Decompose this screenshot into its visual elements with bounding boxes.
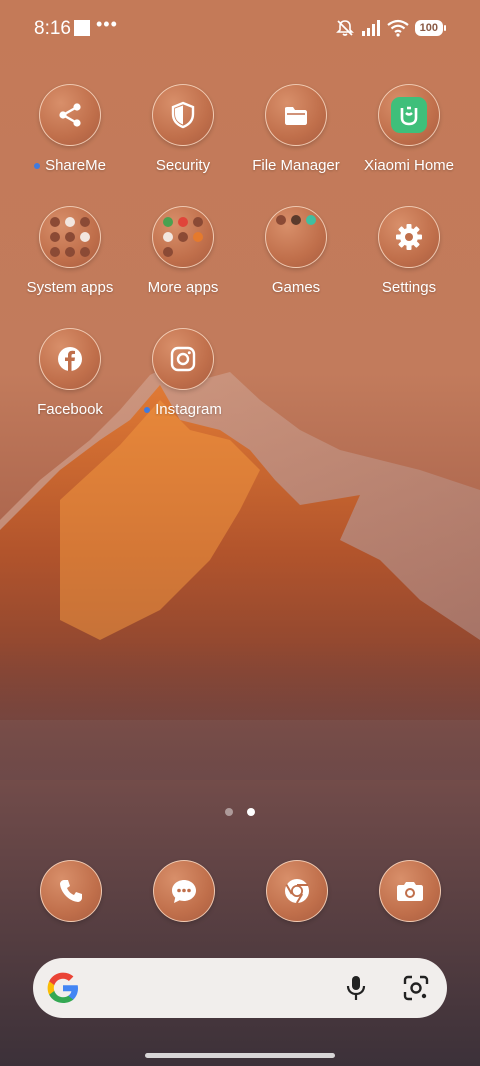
battery-icon: 100 [414,20,446,36]
google-search-bar[interactable] [33,958,447,1018]
app-icon-security[interactable] [152,84,214,146]
app-facebook[interactable]: Facebook [15,328,125,418]
dock-icon-messages[interactable] [153,860,215,922]
new-indicator-dot [144,406,151,413]
dock-phone[interactable] [40,860,102,922]
dock-icon-chrome[interactable] [266,860,328,922]
mini-app-icon [306,215,316,225]
folder-more-apps[interactable]: More apps [128,206,238,296]
folder-grid-icon [50,217,90,257]
folder-games[interactable]: Games [241,206,351,296]
folder-icon [285,107,307,125]
mute-icon [335,20,354,36]
app-label-system-apps: System apps [26,279,114,296]
app-icon-file-manager[interactable] [265,84,327,146]
phone-icon [60,880,82,902]
app-instagram[interactable]: Instagram [128,328,238,418]
mic-icon[interactable] [345,975,367,1001]
mini-app-icon [50,217,60,227]
mini-app-icon [50,247,60,257]
app-label-security: Security [155,157,211,174]
app-icon-shareme[interactable] [39,84,101,146]
mini-app-icon [163,232,173,242]
wifi-icon [386,19,409,37]
app-label-games: Games [271,279,321,296]
app-icon-xiaomi-home[interactable] [378,84,440,146]
folder-icon-more-apps[interactable] [152,206,214,268]
app-label-instagram: Instagram [155,401,222,418]
mini-app-icon [65,217,75,227]
mini-app-icon [276,215,286,225]
app-label-shareme: ShareMe [45,157,106,174]
mini-app-icon [65,247,75,257]
app-icon-facebook[interactable] [39,328,101,390]
mini-app-icon [80,247,90,257]
page-dot-active[interactable] [247,808,255,816]
page-indicator [0,808,480,816]
app-label-settings: Settings [381,279,437,296]
shield-icon [171,101,195,129]
dock-camera[interactable] [379,860,441,922]
app-xiaomi-home[interactable]: Xiaomi Home [354,84,464,174]
folder-grid-icon [163,217,203,257]
folder-system-apps[interactable]: System apps [15,206,125,296]
mini-app-icon [178,217,188,227]
app-shareme[interactable]: ShareMe [15,84,125,174]
share-icon [59,103,81,127]
gear-icon [396,224,422,250]
app-settings[interactable]: Settings [354,206,464,296]
app-security[interactable]: Security [128,84,238,174]
mini-app-icon [193,217,203,227]
mini-app-icon [163,247,173,257]
lens-icon[interactable] [403,975,429,1001]
status-bar: 8:16 ••• 100 [0,0,480,56]
battery-level: 100 [414,20,443,36]
chrome-icon [285,879,309,904]
folder-grid-icon [276,215,316,225]
mini-app-slot [178,247,188,257]
more-notifications-icon: ••• [96,14,118,34]
mini-app-icon [80,217,90,227]
mini-app-icon [178,232,188,242]
app-label-facebook: Facebook [37,401,103,418]
mini-app-icon [163,217,173,227]
notification-square-icon [74,20,90,36]
google-logo-icon[interactable] [45,970,81,1006]
home-indicator[interactable] [145,1053,335,1058]
search-input[interactable] [89,972,363,1006]
signal-icon [361,20,380,36]
mini-app-icon [193,232,203,242]
app-file-manager[interactable]: File Manager [241,84,351,174]
page-dot[interactable] [225,808,233,816]
mini-app-icon [80,232,90,242]
app-label-more-apps: More apps [147,279,219,296]
folder-icon-games[interactable] [265,206,327,268]
app-label-file-manager: File Manager [252,157,340,174]
dock-messages[interactable] [153,860,215,922]
new-indicator-dot [34,162,41,169]
folder-icon-system-apps[interactable] [39,206,101,268]
instagram-icon [170,346,196,372]
mini-app-icon [291,215,301,225]
facebook-icon [58,347,82,371]
dock-icon-camera[interactable] [379,860,441,922]
app-label-xiaomi-home: Xiaomi Home [363,157,455,174]
dock-icon-phone[interactable] [40,860,102,922]
app-icon-settings[interactable] [378,206,440,268]
messages-icon [172,880,196,903]
app-icon-instagram[interactable] [152,328,214,390]
mini-app-icon [50,232,60,242]
xiaomi-home-icon [400,106,418,126]
dock-chrome[interactable] [266,860,328,922]
camera-icon [397,882,423,901]
status-time: 8:16 [34,18,71,39]
mini-app-slot [193,247,203,257]
mini-app-icon [65,232,75,242]
